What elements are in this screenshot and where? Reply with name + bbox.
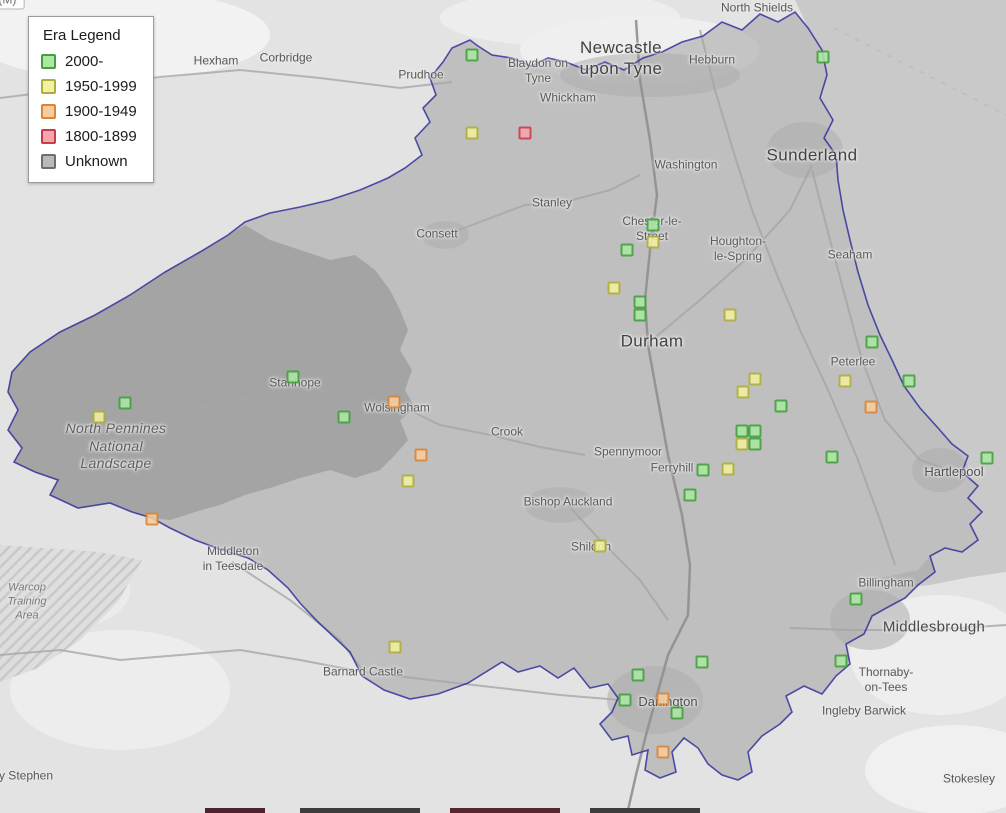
era-marker-1950[interactable] — [608, 282, 621, 295]
era-marker-2000[interactable] — [981, 452, 994, 465]
era-marker-1950[interactable] — [722, 463, 735, 476]
legend-title: Era Legend — [43, 27, 137, 44]
era-marker-2000[interactable] — [287, 371, 300, 384]
era-marker-1900[interactable] — [657, 693, 670, 706]
era-marker-2000[interactable] — [736, 425, 749, 438]
legend-items: 2000- 1950-1999 1900-1949 1800-1899 Unknown — [41, 53, 137, 170]
era-marker-2000[interactable] — [634, 296, 647, 309]
era-marker-1800[interactable] — [519, 127, 532, 140]
era-marker-2000[interactable] — [634, 309, 647, 322]
era-marker-1950[interactable] — [749, 373, 762, 386]
era-marker-2000[interactable] — [826, 451, 839, 464]
legend-swatch-2000 — [41, 54, 56, 69]
era-marker-1950[interactable] — [737, 386, 750, 399]
era-marker-2000[interactable] — [749, 438, 762, 451]
era-marker-1900[interactable] — [865, 401, 878, 414]
era-marker-2000[interactable] — [647, 219, 660, 232]
legend-label-1900: 1900-1949 — [65, 103, 137, 120]
era-marker-2000[interactable] — [903, 375, 916, 388]
era-marker-2000[interactable] — [619, 694, 632, 707]
legend-label-unknown: Unknown — [65, 153, 128, 170]
era-marker-1950[interactable] — [93, 411, 106, 424]
legend-item-1800: 1800-1899 — [41, 128, 137, 145]
legend-item-1900: 1900-1949 — [41, 103, 137, 120]
era-marker-2000[interactable] — [835, 655, 848, 668]
era-marker-1900[interactable] — [657, 746, 670, 759]
era-marker-1950[interactable] — [724, 309, 737, 322]
legend-label-2000: 2000- — [65, 53, 103, 70]
era-marker-2000[interactable] — [338, 411, 351, 424]
era-marker-2000[interactable] — [817, 51, 830, 64]
era-marker-1950[interactable] — [839, 375, 852, 388]
legend-item-unknown: Unknown — [41, 153, 137, 170]
legend-label-1800: 1800-1899 — [65, 128, 137, 145]
era-marker-2000[interactable] — [466, 49, 479, 62]
era-marker-2000[interactable] — [749, 425, 762, 438]
era-marker-1950[interactable] — [402, 475, 415, 488]
era-marker-2000[interactable] — [671, 707, 684, 720]
era-marker-2000[interactable] — [119, 397, 132, 410]
legend-swatch-1900 — [41, 104, 56, 119]
era-marker-1900[interactable] — [146, 513, 159, 526]
era-marker-1950[interactable] — [389, 641, 402, 654]
era-marker-1950[interactable] — [647, 236, 660, 249]
era-marker-1950[interactable] — [466, 127, 479, 140]
legend-swatch-1800 — [41, 129, 56, 144]
era-marker-1900[interactable] — [388, 396, 401, 409]
map-root[interactable]: Newcastleupon TyneNorth ShieldsHebburnSu… — [0, 0, 1006, 813]
legend-item-2000: 2000- — [41, 53, 137, 70]
era-marker-1950[interactable] — [594, 540, 607, 553]
era-marker-2000[interactable] — [850, 593, 863, 606]
legend-label-1950: 1950-1999 — [65, 78, 137, 95]
era-marker-1900[interactable] — [415, 449, 428, 462]
era-marker-2000[interactable] — [621, 244, 634, 257]
legend-item-1950: 1950-1999 — [41, 78, 137, 95]
legend-swatch-1950 — [41, 79, 56, 94]
era-legend: Era Legend 2000- 1950-1999 1900-1949 1800-1… — [28, 16, 154, 183]
era-marker-1950[interactable] — [736, 438, 749, 451]
era-marker-2000[interactable] — [866, 336, 879, 349]
era-marker-2000[interactable] — [632, 669, 645, 682]
era-marker-2000[interactable] — [696, 656, 709, 669]
era-marker-2000[interactable] — [775, 400, 788, 413]
legend-swatch-unknown — [41, 154, 56, 169]
era-marker-2000[interactable] — [697, 464, 710, 477]
era-marker-2000[interactable] — [684, 489, 697, 502]
